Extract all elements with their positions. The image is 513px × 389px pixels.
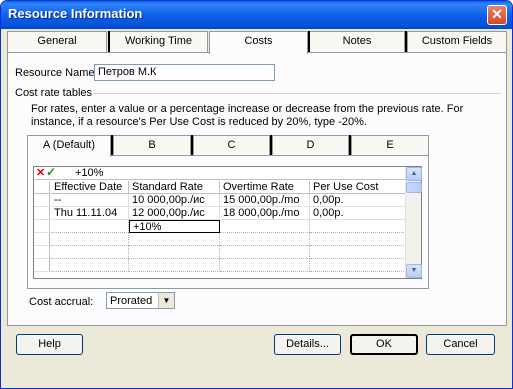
column-header-overtime-rate[interactable]: Overtime Rate <box>220 181 310 194</box>
chevron-down-icon: ▼ <box>158 293 174 308</box>
table-cell[interactable] <box>51 246 129 259</box>
cost-accrual-dropdown[interactable]: Prorated ▼ <box>106 292 175 309</box>
cost-accrual-value: Prorated <box>110 295 153 307</box>
accept-entry-icon[interactable]: ✓ <box>46 166 56 179</box>
table-cell[interactable]: Thu 11.11.04 <box>51 207 129 220</box>
tab-general[interactable]: General <box>7 31 107 52</box>
resource-name-label: Resource Name: <box>15 67 98 79</box>
table-cell[interactable] <box>310 220 406 233</box>
tab-divider <box>405 31 407 52</box>
row-header <box>34 233 50 246</box>
table-cell[interactable] <box>129 259 220 272</box>
close-button[interactable]: ✕ <box>487 5 507 25</box>
table-cell[interactable] <box>220 259 310 272</box>
table-cell[interactable] <box>129 246 220 259</box>
tab-rate-table-d[interactable]: D <box>272 135 349 155</box>
scroll-thumb[interactable] <box>406 182 422 193</box>
group-divider <box>93 93 501 95</box>
table-cell[interactable] <box>129 233 220 246</box>
rate-table-panel: ✕ ✓ +10% Effective Date Standard Rate Ov… <box>27 155 429 289</box>
column-header-per-use-cost[interactable]: Per Use Cost <box>310 181 406 194</box>
scroll-up-button[interactable]: ▲ <box>406 167 422 181</box>
cost-info-text: For rates, enter a value or a percentage… <box>31 103 464 115</box>
tab-notes[interactable]: Notes <box>309 31 405 52</box>
scroll-down-icon: ▼ <box>410 267 418 274</box>
cancel-button[interactable]: Cancel <box>426 334 495 355</box>
table-cell[interactable] <box>310 233 406 246</box>
table-cell[interactable] <box>310 246 406 259</box>
cost-table-tabs: A (Default) B C D E <box>27 135 429 157</box>
tab-divider <box>108 31 110 52</box>
dialog-title: Resource Information <box>8 6 143 21</box>
cost-accrual-label: Cost accrual: <box>29 296 94 308</box>
tab-divider <box>111 135 113 155</box>
table-cell[interactable] <box>220 220 310 233</box>
row-header <box>34 194 50 207</box>
vertical-scrollbar[interactable]: ▲ ▼ <box>405 167 422 278</box>
cost-info-text: instance, if a resource's Per Use Cost i… <box>31 116 367 128</box>
row-header <box>34 181 50 194</box>
tab-bar: General Working Time Costs Notes Custom … <box>7 31 507 54</box>
table-cell[interactable] <box>220 233 310 246</box>
entry-bar: ✕ ✓ +10% <box>34 166 406 180</box>
row-header <box>34 220 50 233</box>
tab-working-time[interactable]: Working Time <box>109 31 208 52</box>
details-button[interactable]: Details... <box>274 334 341 355</box>
ok-button[interactable]: OK <box>350 334 418 355</box>
table-cell[interactable]: 15 000,00р./mo <box>220 194 310 207</box>
tab-rate-table-c[interactable]: C <box>193 135 270 155</box>
cost-rate-tables-label: Cost rate tables <box>15 87 93 99</box>
tab-divider <box>308 31 310 52</box>
scroll-up-icon: ▲ <box>410 170 418 177</box>
column-header-standard-rate[interactable]: Standard Rate <box>129 181 220 194</box>
cancel-entry-icon[interactable]: ✕ <box>36 167 45 179</box>
table-cell[interactable]: 18 000,00р./mo <box>220 207 310 220</box>
close-icon: ✕ <box>491 6 503 22</box>
scroll-down-button[interactable]: ▼ <box>406 264 422 278</box>
help-button[interactable]: Help <box>16 334 83 355</box>
row-header <box>34 259 50 272</box>
entry-bar-value[interactable]: +10% <box>75 167 103 179</box>
tab-costs[interactable]: Costs <box>209 31 308 54</box>
tab-divider <box>270 135 272 155</box>
tab-divider <box>191 135 193 155</box>
table-cell[interactable]: -- <box>51 194 129 207</box>
selected-table-cell[interactable]: +10% <box>129 220 220 233</box>
resource-name-field[interactable]: Петров М.К <box>94 64 275 81</box>
table-cell[interactable] <box>310 259 406 272</box>
rate-table-grid: ✕ ✓ +10% Effective Date Standard Rate Ov… <box>33 166 422 279</box>
title-bar[interactable]: Resource Information ✕ <box>1 1 512 29</box>
table-cell[interactable] <box>51 220 129 233</box>
tab-rate-table-b[interactable]: B <box>113 135 191 155</box>
tab-custom-fields[interactable]: Custom Fields <box>407 31 507 52</box>
tab-divider <box>349 135 351 155</box>
tab-rate-table-e[interactable]: E <box>351 135 429 155</box>
table-cell[interactable]: 10 000,00р./ис <box>129 194 220 207</box>
resource-information-dialog: Resource Information ✕ General Working T… <box>0 0 513 389</box>
table-cell[interactable] <box>51 259 129 272</box>
column-header-effective-date[interactable]: Effective Date <box>51 181 129 194</box>
table-cell[interactable]: 12 000,00р./ис <box>129 207 220 220</box>
row-header <box>34 207 50 220</box>
tab-rate-table-a[interactable]: A (Default) <box>27 135 111 157</box>
table-cell[interactable]: 0,00р. <box>310 207 406 220</box>
table-cell[interactable] <box>51 233 129 246</box>
table-cell[interactable] <box>220 246 310 259</box>
row-header <box>34 246 50 259</box>
table-cell[interactable]: 0,00р. <box>310 194 406 207</box>
